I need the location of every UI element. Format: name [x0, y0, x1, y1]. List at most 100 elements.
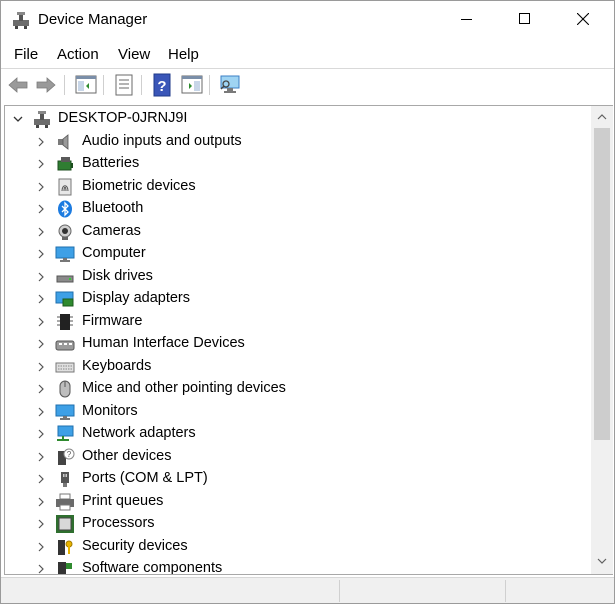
hid-icon	[55, 340, 75, 351]
chevron-right-icon[interactable]	[34, 517, 48, 531]
tree-item-batteries[interactable]: Batteries	[5, 153, 591, 175]
chevron-right-icon[interactable]	[34, 472, 48, 486]
mouse-icon	[59, 380, 71, 398]
menu-help[interactable]: Help	[168, 46, 199, 63]
minimize-icon	[461, 19, 472, 20]
svg-text:?: ?	[157, 78, 166, 95]
menu-bar: File Action View Help	[1, 41, 614, 67]
help-icon[interactable]: ?	[150, 73, 174, 97]
svg-text:?: ?	[67, 450, 72, 459]
chevron-right-icon[interactable]	[34, 247, 48, 261]
tree-item-print-queues[interactable]: Print queues	[5, 491, 591, 513]
chevron-right-icon[interactable]	[34, 450, 48, 464]
tree-item-cameras[interactable]: Cameras	[5, 221, 591, 243]
chevron-right-icon[interactable]	[34, 540, 48, 554]
status-bar	[1, 577, 614, 603]
chevron-right-icon[interactable]	[34, 382, 48, 396]
tree-item-software-components[interactable]: Software components	[5, 558, 591, 575]
chevron-right-icon[interactable]	[34, 292, 48, 306]
chevron-right-icon[interactable]	[34, 315, 48, 329]
tree-item-label: Ports (COM & LPT)	[82, 470, 208, 486]
chevron-right-icon[interactable]	[34, 202, 48, 216]
close-icon	[577, 13, 589, 25]
scroll-up-arrow-icon[interactable]	[596, 112, 608, 122]
action-pane-icon[interactable]	[180, 73, 204, 97]
tree-item-network-adapters[interactable]: Network adapters	[5, 423, 591, 445]
device-manager-app-icon	[13, 12, 29, 29]
forward-arrow-icon[interactable]	[34, 73, 58, 97]
show-hide-console-tree-icon[interactable]	[74, 73, 98, 97]
chevron-right-icon[interactable]	[34, 225, 48, 239]
chevron-down-icon[interactable]	[11, 112, 25, 126]
tree-item-label: Biometric devices	[82, 177, 196, 194]
chevron-right-icon[interactable]	[34, 157, 48, 171]
window-title: Device Manager	[38, 11, 148, 28]
keyboard-icon	[55, 362, 75, 372]
tree-item-label: Security devices	[82, 537, 188, 554]
tree-item-audio[interactable]: Audio inputs and outputs	[5, 131, 591, 153]
speaker-icon	[58, 133, 69, 150]
status-bar-panel	[339, 580, 500, 602]
tree-item-bluetooth[interactable]: Bluetooth	[5, 198, 591, 220]
tree-item-display-adapters[interactable]: Display adapters	[5, 288, 591, 310]
chevron-right-icon[interactable]	[34, 270, 48, 284]
battery-icon	[57, 157, 73, 171]
firmware-chip-icon	[57, 313, 73, 330]
tree-item-label: Print queues	[82, 492, 164, 509]
menu-action[interactable]: Action	[57, 46, 99, 63]
tree-root[interactable]: DESKTOP-0JRNJ9I	[5, 108, 591, 130]
tree-item-other-devices[interactable]: ? Other devices	[5, 446, 591, 468]
tree-item-security-devices[interactable]: Security devices	[5, 536, 591, 558]
tree-item-disk-drives[interactable]: Disk drives	[5, 266, 591, 288]
minimize-button[interactable]	[439, 1, 497, 39]
chevron-right-icon[interactable]	[34, 405, 48, 419]
back-arrow-icon[interactable]	[6, 73, 30, 97]
tree-item-biometric[interactable]: Biometric devices	[5, 176, 591, 198]
tree-item-keyboards[interactable]: Keyboards	[5, 356, 591, 378]
chevron-right-icon[interactable]	[34, 562, 48, 575]
chevron-right-icon[interactable]	[34, 427, 48, 441]
scrollbar-thumb[interactable]	[594, 128, 610, 440]
toolbar-separator	[64, 75, 65, 95]
menu-file[interactable]: File	[14, 46, 38, 63]
vertical-scrollbar[interactable]	[591, 105, 613, 575]
tree-item-label: Batteries	[82, 155, 140, 171]
display-adapter-icon	[55, 291, 74, 307]
tree-item-label: Processors	[82, 515, 155, 531]
tree-item-ports[interactable]: Ports (COM & LPT)	[5, 468, 591, 490]
unknown-device-icon: ?	[58, 448, 75, 465]
chevron-right-icon[interactable]	[34, 337, 48, 351]
chevron-right-icon[interactable]	[34, 495, 48, 509]
chevron-right-icon[interactable]	[34, 360, 48, 374]
processor-icon	[56, 515, 74, 533]
tree-item-mice[interactable]: Mice and other pointing devices	[5, 378, 591, 400]
computer-icon	[55, 246, 75, 262]
tree-item-processors[interactable]: Processors	[5, 513, 591, 535]
tree-item-label: Computer	[82, 245, 146, 261]
tree-item-label: Disk drives	[82, 267, 153, 284]
title-bar[interactable]: Device Manager	[1, 1, 614, 39]
tree-item-label: Firmware	[82, 312, 143, 329]
tree-item-firmware[interactable]: Firmware	[5, 311, 591, 333]
tree-item-label: Human Interface Devices	[82, 335, 245, 351]
chevron-right-icon[interactable]	[34, 180, 48, 194]
chevron-right-icon[interactable]	[34, 135, 48, 149]
tree-item-hid[interactable]: Human Interface Devices	[5, 333, 591, 355]
tree-item-label: Audio inputs and outputs	[82, 132, 242, 149]
scan-hardware-changes-icon[interactable]	[218, 73, 242, 97]
scroll-down-arrow-icon[interactable]	[596, 556, 608, 566]
tree-item-label: Bluetooth	[82, 200, 144, 216]
close-button[interactable]	[555, 1, 613, 39]
network-adapter-icon	[57, 425, 74, 441]
toolbar-separator	[209, 75, 210, 95]
tree-item-label: Mice and other pointing devices	[82, 380, 286, 396]
menu-view[interactable]: View	[118, 46, 150, 63]
device-tree[interactable]: DESKTOP-0JRNJ9I Audio inputs and outputs…	[4, 105, 591, 575]
properties-icon[interactable]	[112, 73, 136, 97]
maximize-button[interactable]	[497, 1, 555, 39]
device-manager-window: Device Manager File Action View Help ? D…	[0, 0, 615, 604]
disk-drive-icon	[56, 275, 74, 282]
port-icon	[61, 472, 69, 487]
tree-item-monitors[interactable]: Monitors	[5, 401, 591, 423]
tree-item-computer[interactable]: Computer	[5, 243, 591, 265]
